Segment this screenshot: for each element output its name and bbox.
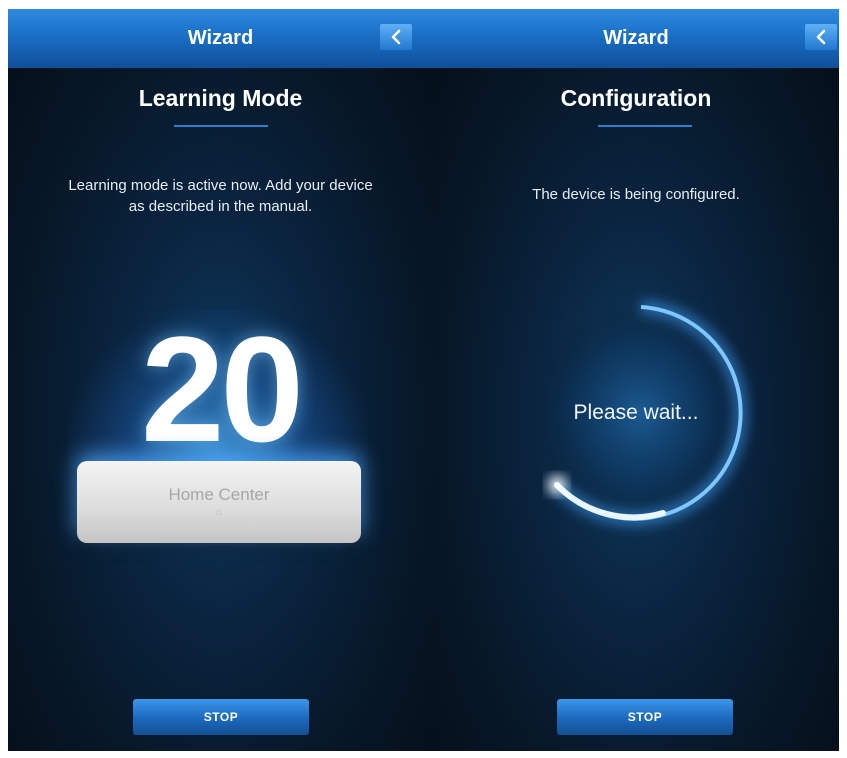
page-title: Configuration bbox=[560, 85, 712, 111]
titlebar: Wizard bbox=[433, 9, 839, 68]
heading-underline bbox=[598, 125, 692, 127]
titlebar-title: Wizard bbox=[187, 27, 254, 49]
device-label: Home Center bbox=[168, 485, 270, 504]
titlebar-title: Wizard bbox=[603, 27, 669, 49]
chevron-left-icon bbox=[816, 29, 826, 45]
description: The device is being configured. bbox=[532, 186, 740, 203]
device-logo-icon: ⌂ bbox=[215, 507, 223, 518]
learning-mode-screen: Wizard Learning Mode Learning mode is ac… bbox=[8, 9, 433, 751]
titlebar: Wizard bbox=[8, 9, 433, 68]
description-line-2: as described in the manual. bbox=[128, 198, 313, 215]
please-wait-text: Please wait... bbox=[573, 401, 699, 424]
countdown-number: 20 bbox=[141, 305, 304, 473]
back-button[interactable] bbox=[380, 24, 412, 50]
description: Learning mode is active now. Add your de… bbox=[8, 175, 433, 217]
stop-button[interactable]: STOP bbox=[133, 699, 309, 735]
wizard-screens: Wizard Learning Mode Learning mode is ac… bbox=[0, 0, 847, 758]
stop-button[interactable]: STOP bbox=[557, 699, 733, 735]
heading-underline bbox=[174, 125, 268, 127]
chevron-left-icon bbox=[391, 29, 401, 45]
configuration-screen: Wizard Configuration The device is being… bbox=[433, 9, 839, 751]
home-center-device: Home Center ⌂ bbox=[77, 461, 361, 543]
page-title: Learning Mode bbox=[138, 85, 303, 111]
description-line-1: Learning mode is active now. Add your de… bbox=[68, 177, 373, 194]
back-button[interactable] bbox=[805, 24, 837, 50]
